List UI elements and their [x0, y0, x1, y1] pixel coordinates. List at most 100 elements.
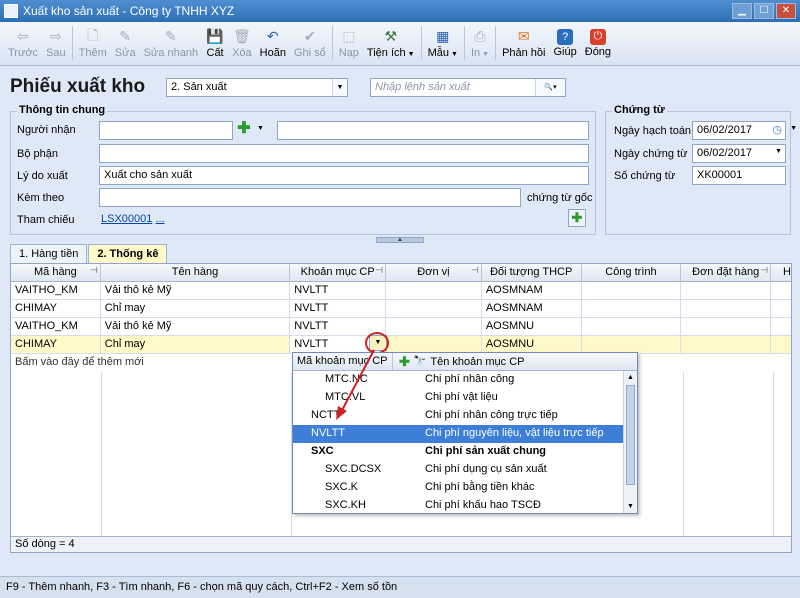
tab-statistics[interactable]: 2. Thống kê [88, 244, 168, 264]
column-header-project[interactable]: Công trình [582, 264, 682, 282]
voucher-type-select[interactable]: 2. Sản xuất ▼ [166, 78, 348, 97]
column-header-cost-item[interactable]: Khoản mục CP ⊣ [290, 264, 387, 282]
cell-contract[interactable] [771, 318, 791, 336]
cell-item-code[interactable]: CHIMAY [11, 300, 101, 318]
minimize-icon[interactable]: ▁ [732, 3, 752, 19]
production-order-search[interactable]: Nhập lệnh sản xuất 🔍▾ [370, 78, 566, 97]
quick-edit-button[interactable]: ✎ Sửa nhanh [140, 22, 202, 64]
cell-item-code[interactable]: VAITHO_KM [11, 318, 101, 336]
tab-goods-money[interactable]: 1. Hàng tiền [10, 244, 88, 264]
chevron-down-icon[interactable]: ▼ [775, 148, 782, 155]
cell-sales-order[interactable] [681, 282, 772, 300]
search-icon[interactable]: 🔍▾ [535, 79, 565, 96]
template-button[interactable]: ▦ Mẫu ▼ [424, 22, 462, 64]
cell-sales-order[interactable] [681, 300, 772, 318]
save-button[interactable]: 💾 Cất [202, 22, 228, 64]
cell-item-code[interactable]: VAITHO_KM [11, 282, 101, 300]
reference-link-group: LSX00001 ... [101, 213, 165, 225]
cell-unit[interactable] [386, 282, 482, 300]
add-button[interactable]: 🗋 Thêm [75, 22, 111, 64]
column-header-item-name[interactable]: Tên hàng [101, 264, 291, 282]
voucher-date-input[interactable]: 06/02/2017 ▼ [692, 144, 786, 163]
cell-project[interactable] [581, 318, 682, 336]
prev-button[interactable]: ⇦ Trước [4, 22, 42, 64]
close-button[interactable]: ⏻ Đóng [581, 22, 615, 64]
annotation-arrow [336, 349, 375, 420]
column-header-cost-object[interactable]: Đối tượng THCP [482, 264, 582, 282]
utilities-button[interactable]: ⚒ Tiện ích ▼ [363, 22, 419, 64]
cell-contract[interactable] [771, 282, 791, 300]
dropdown-item[interactable]: SXC.K Chi phí bằng tiền khác [293, 479, 637, 497]
column-header-item-code[interactable]: Mã hàng ⊣ [11, 264, 101, 282]
cell-item-name[interactable]: Chỉ may [100, 336, 291, 354]
delete-button[interactable]: 🗑 Xóa [228, 22, 256, 64]
binoculars-icon[interactable]: 🔭 [414, 356, 426, 367]
cell-item-name[interactable]: Vải thô kẻ Mỹ [100, 282, 291, 300]
scroll-up-icon[interactable]: ▲ [624, 371, 637, 384]
receiver-name-input[interactable] [277, 121, 589, 140]
table-row[interactable]: CHIMAY Chỉ may NVLTT AOSMNAM [11, 300, 791, 318]
pin-icon[interactable]: ⊣ [471, 265, 479, 276]
cell-unit[interactable] [386, 300, 482, 318]
cell-item-code[interactable]: CHIMAY [11, 336, 101, 354]
cell-cost-object[interactable]: AOSMNAM [481, 300, 582, 318]
edit-button[interactable]: ✎ Sửa [111, 22, 140, 64]
voucher-no-input[interactable]: XK00001 [692, 166, 786, 185]
attachment-input[interactable] [99, 188, 521, 207]
cell-cost-object[interactable]: AOSMNAM [481, 282, 582, 300]
feedback-button[interactable]: ✉ Phản hồi [498, 22, 549, 64]
cell-item-name[interactable]: Chỉ may [100, 300, 291, 318]
cell-sales-order[interactable] [681, 318, 772, 336]
next-button[interactable]: ⇨ Sau [42, 22, 70, 64]
pin-icon[interactable]: ⊣ [90, 265, 98, 276]
add-reference-icon[interactable]: ✚ [568, 209, 586, 227]
dropdown-item-highlighted[interactable]: NVLTT Chi phí nguyên liệu, vật liệu trực … [293, 425, 637, 443]
load-button[interactable]: ⬚ Nạp [335, 22, 363, 64]
scroll-thumb[interactable] [626, 385, 635, 485]
pin-icon[interactable]: ⊣ [760, 265, 768, 276]
add-new-row[interactable]: Bấm vào đây để thêm mới [11, 354, 148, 372]
cell-cost-item[interactable]: NVLTT [290, 282, 387, 300]
column-header-sales-order[interactable]: Đơn đặt hàng ⊣ [681, 264, 772, 282]
cell-project[interactable] [581, 282, 682, 300]
table-row[interactable]: VAITHO_KM Vải thô kẻ Mỹ NVLTT AOSMNAM [11, 282, 791, 300]
post-button[interactable]: ✔ Ghi sổ [290, 22, 330, 64]
accounting-date-input[interactable]: 06/02/2017 ◷ ▼ [692, 121, 797, 140]
column-header-contract[interactable]: Hợ [771, 264, 791, 282]
chevron-down-icon[interactable]: ▼ [257, 125, 264, 132]
dropdown-scrollbar[interactable]: ▲ ▼ [623, 371, 637, 513]
scroll-down-icon[interactable]: ▼ [624, 500, 637, 513]
clock-icon[interactable]: ◷ [772, 123, 782, 136]
collapse-splitter[interactable]: ▲ [376, 237, 424, 243]
print-button[interactable]: ⎙ In ▼ [467, 22, 493, 64]
reason-input[interactable]: Xuất cho sản xuất [99, 166, 589, 185]
add-receiver-icon[interactable]: ✚ [235, 121, 253, 139]
new-document-icon: 🗋 [87, 26, 99, 43]
reference-link[interactable]: LSX00001 [101, 213, 152, 225]
chevron-down-icon[interactable]: ▼ [790, 125, 797, 132]
close-window-icon[interactable]: ✕ [776, 3, 796, 19]
cell-item-name[interactable]: Vải thô kẻ Mỹ [100, 318, 291, 336]
cell-contract[interactable] [771, 300, 791, 318]
department-input[interactable] [99, 144, 589, 163]
grid-column-line [773, 372, 774, 538]
dropdown-item-group[interactable]: SXC Chi phí sản xuất chung [293, 443, 637, 461]
dropdown-item[interactable]: SXC.KH Chi phí khấu hao TSCĐ [293, 497, 637, 513]
column-header-unit[interactable]: Đơn vị ⊣ [386, 264, 482, 282]
table-row[interactable]: VAITHO_KM Vải thô kẻ Mỹ NVLTT AOSMNU [11, 318, 791, 336]
cell-cost-object[interactable]: AOSMNU [481, 318, 582, 336]
add-icon[interactable]: ✚ [399, 354, 410, 370]
pin-icon[interactable]: ⊣ [375, 265, 383, 276]
cell-project[interactable] [581, 300, 682, 318]
receiver-code-input[interactable] [99, 121, 233, 140]
cell-unit[interactable] [386, 318, 482, 336]
cell-cost-item[interactable]: NVLTT [290, 300, 387, 318]
cell-sales-order[interactable] [681, 336, 772, 354]
help-button[interactable]: ? Giúp [550, 22, 581, 64]
dropdown-item[interactable]: SXC.DCSX Chi phí dụng cụ sản xuất [293, 461, 637, 479]
undo-button[interactable]: ↶ Hoãn [256, 22, 290, 64]
cell-contract[interactable] [771, 336, 791, 354]
maximize-icon[interactable]: ☐ [754, 3, 774, 19]
reference-more-link[interactable]: ... [155, 213, 164, 225]
chevron-down-icon[interactable]: ▼ [332, 79, 347, 96]
